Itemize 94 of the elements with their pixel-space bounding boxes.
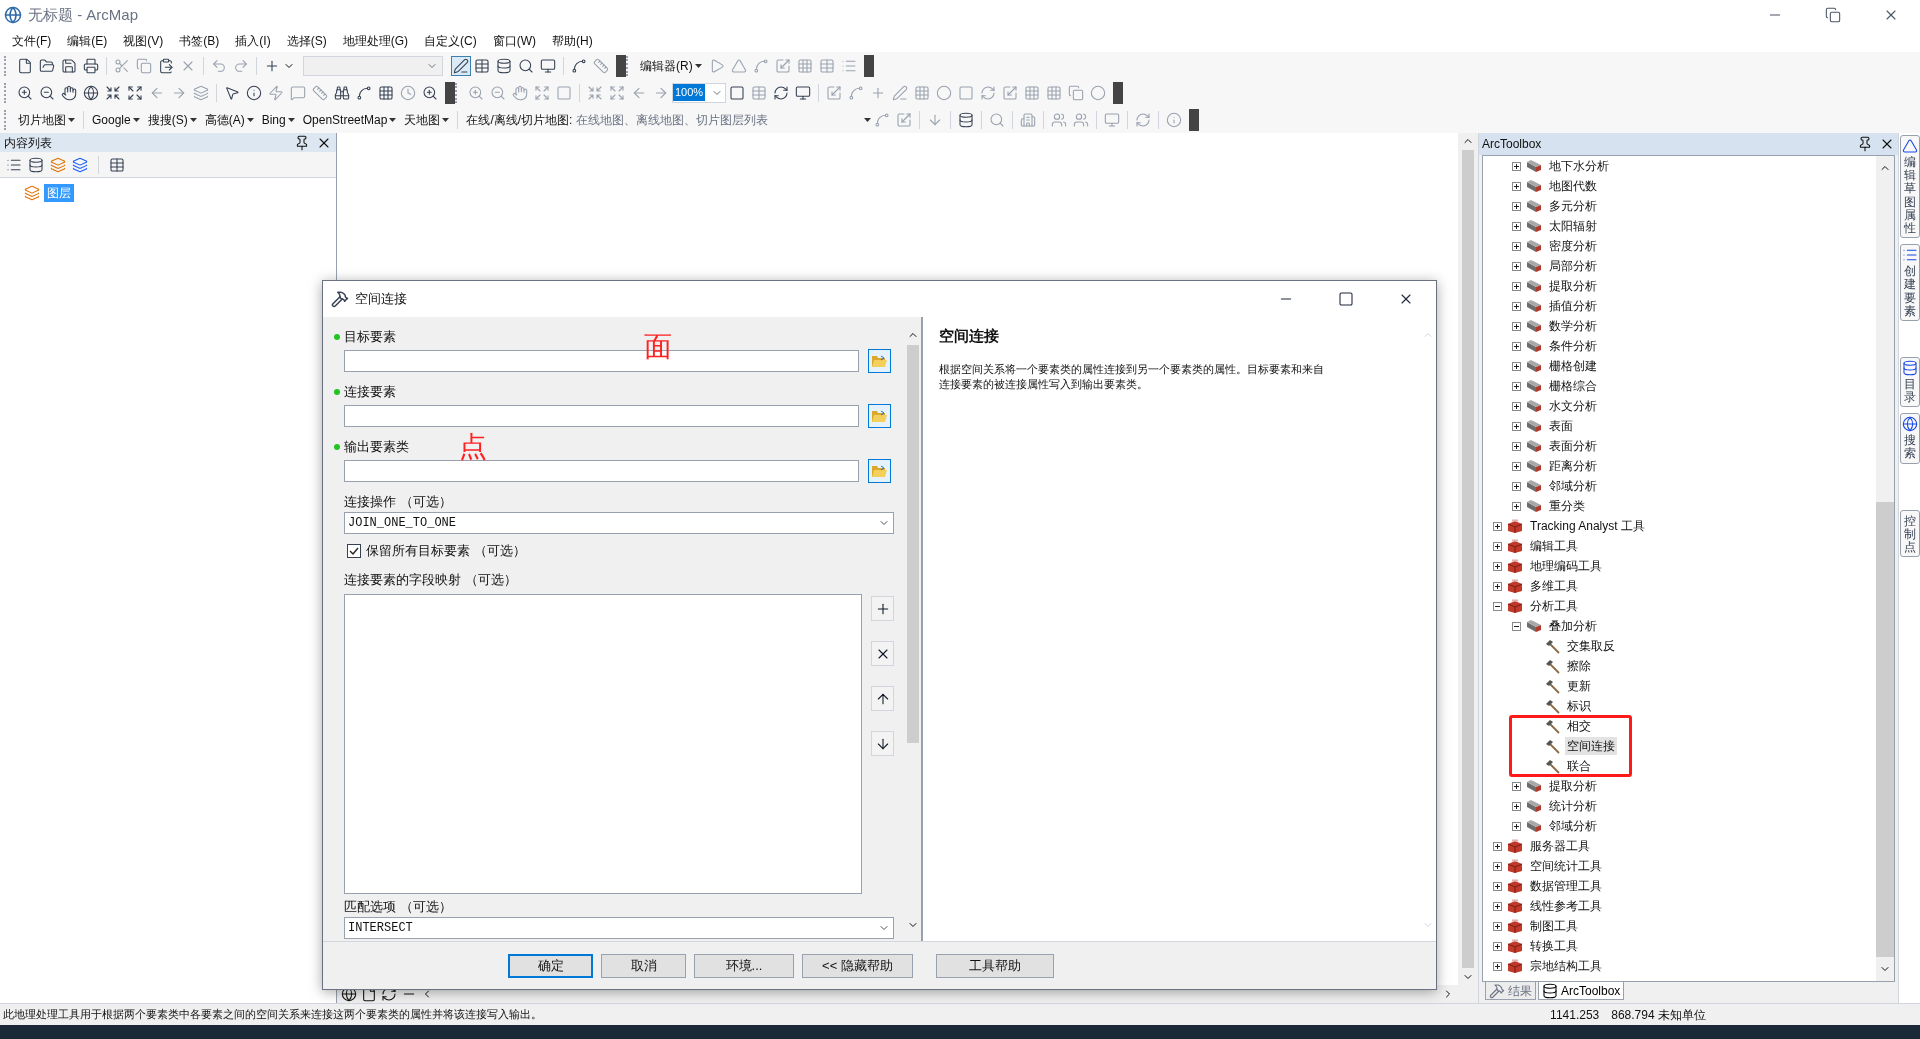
- dialog-button[interactable]: 环境...: [694, 953, 794, 978]
- map-source-menu[interactable]: 切片地图: [14, 110, 79, 129]
- side-tab[interactable]: 搜索: [1899, 413, 1920, 464]
- parameter-label: 匹配选项 （可选）: [344, 898, 452, 917]
- tree-item[interactable]: 插值分析: [1547, 297, 1599, 315]
- dialog-button[interactable]: << 隐藏帮助: [802, 953, 913, 978]
- panel-title: 内容列表: [4, 134, 52, 152]
- menu-item[interactable]: 文件(F): [6, 32, 58, 50]
- tree-item[interactable]: 统计分析: [1547, 797, 1599, 815]
- tree-item[interactable]: 擦除: [1565, 657, 1593, 675]
- tree-item[interactable]: 水文分析: [1547, 397, 1599, 415]
- map-source-menu[interactable]: 高德(A): [200, 110, 258, 129]
- parameter-label: 输出要素类: [344, 438, 409, 457]
- menu-item[interactable]: 帮助(H): [546, 32, 599, 50]
- tree-item[interactable]: 邻域分析: [1547, 817, 1599, 835]
- tree-item[interactable]: 密度分析: [1547, 237, 1599, 255]
- annotation-text: 面: [644, 333, 672, 361]
- parameter-label: 目标要素: [344, 328, 396, 347]
- tree-item[interactable]: 地下水分析: [1547, 157, 1611, 175]
- tree-item[interactable]: 局部分析: [1547, 257, 1599, 275]
- menu-item[interactable]: 插入(I): [229, 32, 277, 50]
- tree-item[interactable]: 相交: [1565, 717, 1593, 735]
- menu-item[interactable]: 编辑(E): [61, 32, 114, 50]
- dialog-button[interactable]: 工具帮助: [936, 953, 1054, 978]
- side-tab[interactable]: 编辑草图属性: [1899, 135, 1920, 239]
- tree-item[interactable]: 条件分析: [1547, 337, 1599, 355]
- tree-item[interactable]: 地理编码工具: [1528, 557, 1604, 575]
- tree-item[interactable]: 编辑工具: [1528, 537, 1580, 555]
- tree-item[interactable]: 分析工具: [1528, 597, 1580, 615]
- menu-item[interactable]: 书签(B): [173, 32, 226, 50]
- tree-item[interactable]: 服务器工具: [1528, 837, 1592, 855]
- parameter-label: 连接要素: [344, 383, 396, 402]
- dropdown-field[interactable]: JOIN_ONE_TO_ONE: [344, 512, 894, 534]
- dropdown-field[interactable]: INTERSECT: [344, 917, 894, 939]
- zoom-percent-combo[interactable]: 100%: [672, 82, 726, 103]
- help-title: 空间连接: [939, 326, 1000, 346]
- tree-item[interactable]: 表面: [1547, 417, 1575, 435]
- tree-item[interactable]: 叠加分析: [1547, 617, 1599, 635]
- panel-tab[interactable]: ArcToolbox: [1538, 982, 1625, 1000]
- menu-item[interactable]: 选择(S): [280, 32, 333, 50]
- map-source-menu[interactable]: 天地图: [400, 110, 454, 129]
- tree-item[interactable]: 转换工具: [1528, 937, 1580, 955]
- status-message: 此地理处理工具用于根据两个要素类中各要素之间的空间关系来连接这两个要素类的属性并将该连接写入输出。: [2, 1007, 542, 1023]
- menu-item[interactable]: 窗口(W): [486, 32, 542, 50]
- side-tab[interactable]: 创建要素: [1899, 244, 1920, 321]
- tree-item[interactable]: 表面分析: [1547, 437, 1599, 455]
- panel-title: ArcToolbox: [1482, 136, 1542, 153]
- tree-item[interactable]: 宗地结构工具: [1528, 957, 1604, 975]
- side-tab[interactable]: 控制点: [1899, 509, 1920, 558]
- window-title: 无标题 - ArcMap: [28, 4, 138, 25]
- map-source-combo[interactable]: 在线地图、离线地图、切片图层列表: [576, 110, 872, 129]
- menu-item[interactable]: 视图(V): [117, 32, 170, 50]
- tree-item[interactable]: 空间统计工具: [1528, 857, 1604, 875]
- menu-item[interactable]: 自定义(C): [418, 32, 483, 50]
- map-source-menu[interactable]: Bing: [257, 110, 299, 129]
- tree-item[interactable]: 数据管理工具: [1528, 877, 1604, 895]
- map-source-label: 在线/离线/切片地图:: [465, 111, 574, 129]
- tree-item[interactable]: 太阳辐射: [1547, 217, 1599, 235]
- tree-item[interactable]: 数学分析: [1547, 317, 1599, 335]
- panel-tab[interactable]: 结果: [1485, 982, 1536, 1000]
- tree-item[interactable]: 交集取反: [1565, 637, 1617, 655]
- parameter-label: 连接要素的字段映射 （可选）: [344, 571, 517, 590]
- tree-item[interactable]: 多元分析: [1547, 197, 1599, 215]
- tree-item[interactable]: 标识: [1565, 697, 1593, 715]
- side-tab[interactable]: 目录: [1899, 356, 1920, 408]
- tree-item[interactable]: 栅格创建: [1547, 357, 1599, 375]
- map-source-menu[interactable]: OpenStreetMap: [298, 110, 401, 129]
- tree-item[interactable]: 距离分析: [1547, 457, 1599, 475]
- tree-item[interactable]: 重分类: [1547, 497, 1587, 515]
- dialog-button[interactable]: 取消: [601, 953, 686, 978]
- map-source-menu[interactable]: 搜搜(S): [143, 110, 201, 129]
- tree-item[interactable]: 提取分析: [1547, 277, 1599, 295]
- dialog-title: 空间连接: [355, 290, 407, 309]
- tree-item[interactable]: 提取分析: [1547, 777, 1599, 795]
- tree-item[interactable]: 更新: [1565, 677, 1593, 695]
- menu-item[interactable]: 地理处理(G): [336, 32, 414, 50]
- status-coordinates: 1141.253 868.794 未知单位: [1550, 1006, 1706, 1024]
- map-source-menu[interactable]: Google: [88, 110, 144, 129]
- tree-item[interactable]: 联合: [1565, 757, 1593, 775]
- dialog-button[interactable]: 确定: [508, 953, 593, 978]
- annotation-text: 点: [459, 433, 487, 461]
- tree-item[interactable]: Tracking Analyst 工具: [1528, 517, 1647, 535]
- tree-item[interactable]: 线性参考工具: [1528, 897, 1604, 915]
- zoom-value: 100%: [673, 84, 706, 101]
- help-text: 根据空间关系将一个要素类的属性连接到另一个要素类的属性。目标要素和来自连接要素的被连接属性写入到输出要素类。: [939, 361, 1325, 392]
- tree-item[interactable]: 邻域分析: [1547, 477, 1599, 495]
- checkbox-label: 保留所有目标要素 （可选）: [366, 542, 526, 561]
- tree-item[interactable]: 多维工具: [1528, 577, 1580, 595]
- tree-item[interactable]: 制图工具: [1528, 917, 1580, 935]
- tree-item[interactable]: 栅格综合: [1547, 377, 1599, 395]
- tree-item[interactable]: 空间连接: [1565, 737, 1617, 755]
- editor-menu[interactable]: 编辑器(R): [636, 56, 706, 75]
- parameter-label: 连接操作 （可选）: [344, 493, 452, 512]
- tree-item[interactable]: 地图代数: [1547, 177, 1599, 195]
